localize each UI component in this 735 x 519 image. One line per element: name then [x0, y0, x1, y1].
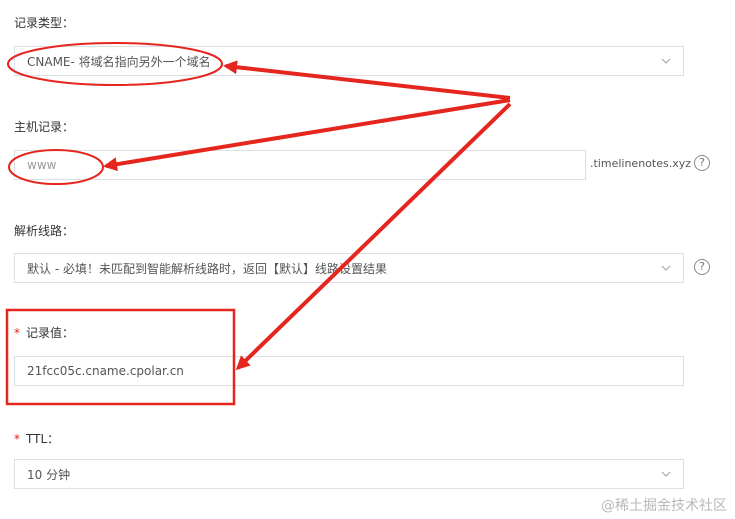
ttl-label: TTL：	[26, 432, 60, 446]
host-record-input[interactable]: www	[14, 150, 586, 180]
host-record-placeholder: www	[27, 158, 57, 172]
record-type-value: CNAME- 将域名指向另外一个域名	[27, 54, 211, 69]
chevron-down-icon	[661, 471, 671, 477]
record-value-input[interactable]: 21fcc05c.cname.cpolar.cn	[14, 356, 684, 386]
record-value-label: 记录值：	[26, 326, 75, 340]
host-record-suffix: .timelinenotes.xyz	[590, 157, 692, 170]
ttl-label-row: * TTL：	[14, 430, 59, 447]
chevron-down-icon	[661, 58, 671, 64]
record-value-text: 21fcc05c.cname.cpolar.cn	[27, 364, 184, 378]
required-mark: *	[14, 326, 20, 340]
record-value-label-row: * 记录值：	[14, 324, 74, 341]
watermark: @稀土掘金技术社区	[601, 498, 727, 514]
line-select[interactable]: 默认 - 必填！未匹配到智能解析线路时，返回【默认】线路设置结果	[14, 253, 684, 283]
help-icon[interactable]: ?	[694, 259, 710, 275]
help-icon[interactable]: ?	[694, 155, 710, 171]
line-label: 解析线路：	[14, 224, 75, 238]
line-value: 默认 - 必填！未匹配到智能解析线路时，返回【默认】线路设置结果	[27, 261, 387, 276]
ttl-value: 10 分钟	[27, 467, 71, 482]
record-type-select[interactable]: CNAME- 将域名指向另外一个域名	[14, 46, 684, 76]
required-mark: *	[14, 432, 20, 446]
chevron-down-icon	[661, 265, 671, 271]
ttl-select[interactable]: 10 分钟	[14, 459, 684, 489]
record-type-label: 记录类型：	[14, 16, 75, 30]
host-record-label: 主机记录：	[14, 120, 75, 134]
annotation-arrow	[235, 102, 512, 371]
